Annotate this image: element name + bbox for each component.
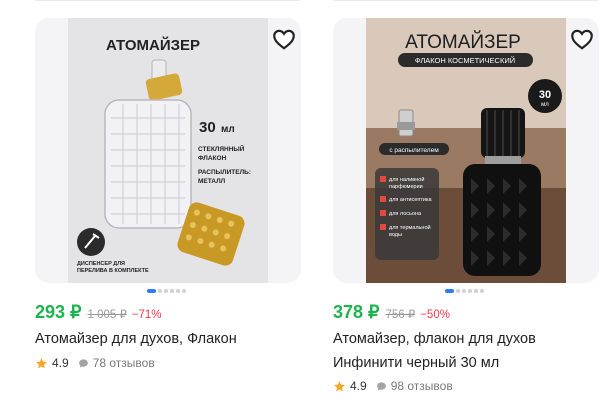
sprayer-label: с распылителем <box>389 147 439 154</box>
discount-badge: −50% <box>420 309 450 321</box>
reviews-count: 98 отзывов <box>390 379 453 393</box>
rating-row[interactable]: 4.9 78 отзывов <box>35 356 155 370</box>
product-image[interactable]: АТОМАЙЗЕР 30 мл СТЕКЛЯННЫЙ ФЛАКОН РАСПЫЛ… <box>35 18 301 283</box>
image-pagination[interactable] <box>445 288 484 294</box>
pagination-dot[interactable] <box>147 289 156 293</box>
spec-line: ФЛАКОН <box>198 155 227 162</box>
product-title[interactable]: Атомайзер, флакон для духов <box>333 331 536 347</box>
volume-number: 30 <box>539 89 551 101</box>
dispenser-caption: ДИСПЕНСЕР ДЛЯ <box>77 261 125 267</box>
pagination-dot[interactable] <box>164 289 168 293</box>
volume-unit: мл <box>221 124 235 135</box>
atomizer-photo: АТОМАЙЗЕР 30 мл СТЕКЛЯННЫЙ ФЛАКОН РАСПЫЛ… <box>35 18 301 283</box>
pagination-dot[interactable] <box>445 289 454 293</box>
price-row: 293 ₽ 1 005 ₽ −71% <box>35 302 162 323</box>
product-image[interactable]: АТОМАЙЗЕР ФЛАКОН КОСМЕТИЧЕСКИЙ 30 мл с р… <box>333 18 599 283</box>
feature-item: для антисептика <box>389 197 433 203</box>
old-price: 1 005 ₽ <box>87 309 127 321</box>
reviews-count: 78 отзывов <box>92 356 155 370</box>
pagination-dot[interactable] <box>158 289 162 293</box>
comment-icon <box>78 358 88 368</box>
image-banner: ФЛАКОН КОСМЕТИЧЕСКИЙ <box>415 56 515 65</box>
pagination-dot[interactable] <box>176 289 180 293</box>
feature-item: парфюмерии <box>389 184 423 190</box>
star-icon <box>334 380 345 391</box>
price-row: 378 ₽ 756 ₽ −50% <box>333 302 450 323</box>
rating-value: 4.9 <box>52 356 69 370</box>
comment-icon <box>376 381 386 391</box>
current-price: 378 ₽ <box>333 302 380 322</box>
volume-unit: мл <box>541 102 549 108</box>
spec-line: РАСПЫЛИТЕЛЬ: <box>198 169 251 176</box>
atomizer-photo: АТОМАЙЗЕР ФЛАКОН КОСМЕТИЧЕСКИЙ 30 мл с р… <box>333 18 599 283</box>
pagination-dot[interactable] <box>456 289 460 293</box>
feature-item: для лосьона <box>389 211 422 217</box>
volume-number: 30 <box>199 119 216 136</box>
spec-line: МЕТАЛЛ <box>198 178 226 185</box>
heart-outline-icon[interactable] <box>271 26 297 52</box>
feature-item: для наливной <box>389 176 424 183</box>
old-price: 756 ₽ <box>385 309 416 321</box>
heart-outline-icon[interactable] <box>569 26 595 52</box>
pagination-dot[interactable] <box>480 289 484 293</box>
feature-item: для термальной <box>389 224 431 231</box>
current-price: 293 ₽ <box>35 302 82 322</box>
top-divider-right <box>333 0 598 1</box>
rating-value: 4.9 <box>350 379 367 393</box>
pagination-dot[interactable] <box>468 289 472 293</box>
dispenser-caption: ПЕРЕЛИВА В КОМПЛЕКТЕ <box>77 268 149 274</box>
image-heading: АТОМАЙЗЕР <box>106 36 200 54</box>
image-pagination[interactable] <box>147 288 186 294</box>
top-divider-left <box>35 0 300 1</box>
product-title[interactable]: Атомайзер для духов, Флакон <box>35 331 237 347</box>
rating-row[interactable]: 4.9 98 отзывов <box>333 379 453 393</box>
spec-line: СТЕКЛЯННЫЙ <box>198 144 245 153</box>
pagination-dot[interactable] <box>462 289 466 293</box>
product-title-line-2[interactable]: Инфинити черный 30 мл <box>333 355 499 371</box>
feature-item: воды <box>389 232 402 238</box>
pagination-dot[interactable] <box>474 289 478 293</box>
pagination-dot[interactable] <box>182 289 186 293</box>
star-icon <box>36 357 47 368</box>
pagination-dot[interactable] <box>170 289 174 293</box>
discount-badge: −71% <box>131 309 162 321</box>
image-heading: АТОМАЙЗЕР <box>405 31 521 53</box>
